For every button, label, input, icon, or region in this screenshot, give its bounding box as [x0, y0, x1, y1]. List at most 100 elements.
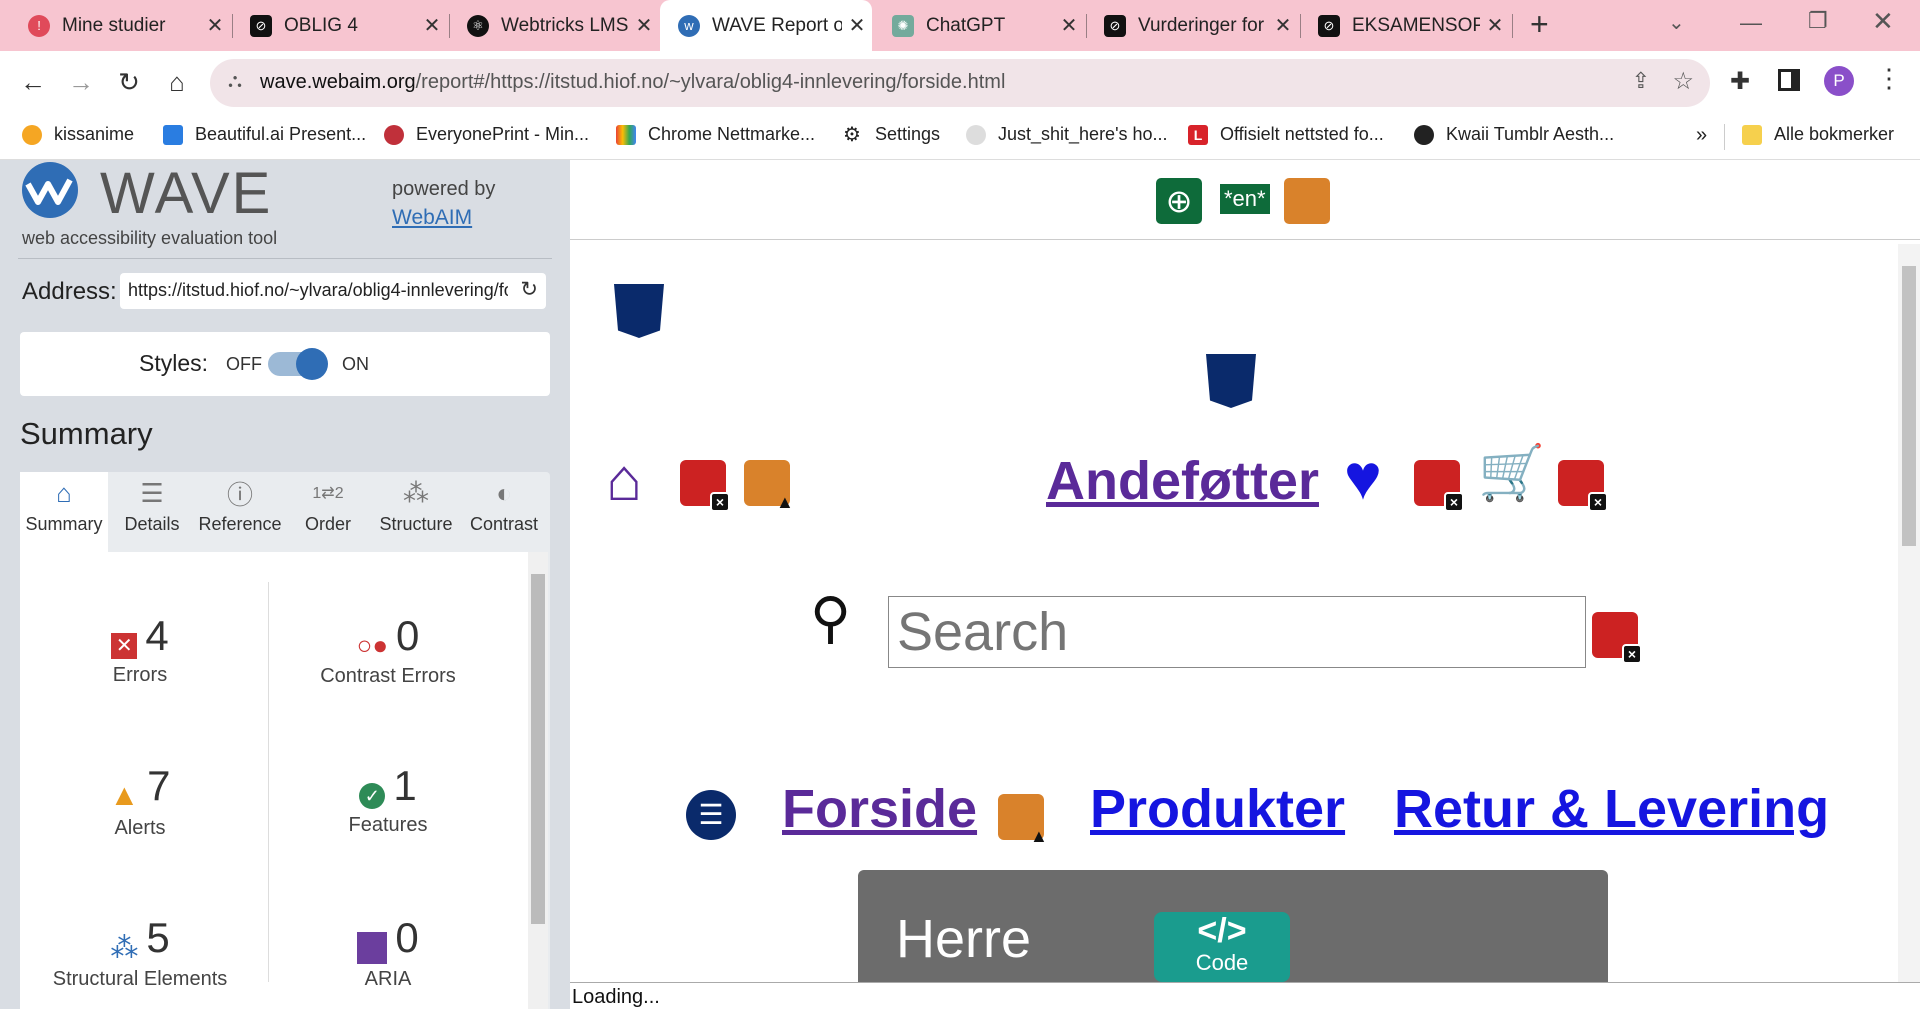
styles-toggle[interactable] — [268, 348, 328, 380]
tab-mine-studier[interactable]: ! Mine studier ✕ — [10, 0, 230, 51]
list-icon[interactable]: ☰ — [686, 790, 736, 840]
nav-retur-levering[interactable]: Retur & Levering — [1394, 778, 1829, 840]
profile-avatar[interactable]: P — [1824, 66, 1854, 96]
tab-title: WAVE Report of — [712, 14, 842, 36]
l-icon: L — [1188, 124, 1208, 145]
styles-on-label: ON — [342, 354, 369, 374]
search-icon[interactable]: ⚲ — [810, 588, 851, 648]
tab-summary[interactable]: ⌂ Summary — [20, 472, 108, 552]
globe-icon[interactable]: ⊕ — [1156, 178, 1202, 224]
site-info-icon[interactable]: ⛬ — [228, 70, 242, 93]
tab-oblig4[interactable]: ⊘ OBLIG 4 ✕ — [232, 0, 447, 51]
forward-icon[interactable]: → — [64, 65, 98, 99]
error-x-icon: × — [710, 492, 730, 512]
heart-icon[interactable]: ♥ — [1344, 442, 1382, 512]
structural-stat[interactable]: ⁂ 5 Structural Elements — [20, 914, 260, 991]
content-scrollbar[interactable] — [1898, 244, 1920, 984]
code-label: Code — [1195, 950, 1249, 975]
errors-stat[interactable]: ✕ 4 Errors — [20, 612, 260, 687]
search-input[interactable] — [888, 596, 1586, 668]
tab-structure[interactable]: ⁂ Structure — [372, 472, 460, 552]
bookmark-settings[interactable]: ⚙ Settings — [843, 124, 940, 145]
bookmark-kissanime[interactable]: kissanime — [22, 124, 134, 145]
bookmark-kwaii[interactable]: Kwaii Tumblr Aesth... — [1414, 124, 1614, 145]
tab-title: Vurderinger for — [1138, 14, 1265, 36]
restore-icon[interactable]: ❐ — [1808, 8, 1828, 34]
tab-order[interactable]: 1⇄2 Order — [284, 472, 372, 552]
share-icon[interactable]: ⇪ — [1632, 68, 1650, 94]
nav-forside[interactable]: Forside — [782, 778, 977, 840]
error-x-icon: × — [1444, 492, 1464, 512]
react-icon: ⚛ — [467, 14, 489, 37]
new-tab-button[interactable]: + — [1530, 6, 1549, 43]
close-tab-icon[interactable]: ✕ — [1268, 13, 1298, 38]
summary-heading: Summary — [20, 416, 153, 451]
order-icon: 1⇄2 — [312, 485, 344, 502]
address-label: Address: — [22, 278, 117, 305]
html5-icon[interactable] — [614, 284, 664, 338]
alerts-stat[interactable]: ▲ 7 Alerts — [20, 762, 260, 840]
sidepanel-icon[interactable] — [1778, 69, 1800, 91]
canvas-icon: ⊘ — [250, 14, 272, 37]
error-icon: ✕ — [111, 632, 138, 659]
tab-reference[interactable]: ⓘ Reference — [196, 472, 284, 552]
cart-icon[interactable]: 🛒 — [1478, 442, 1545, 505]
tab-chatgpt[interactable]: ✺ ChatGPT ✕ — [874, 0, 1084, 51]
close-tab-icon[interactable]: ✕ — [629, 13, 659, 38]
tab-search-icon[interactable]: ⌄ — [1668, 10, 1685, 35]
css-icon[interactable] — [1206, 354, 1256, 408]
address-input[interactable]: https://itstud.hiof.no/~ylvara/oblig4-in… — [120, 273, 546, 309]
list-icon: ☰ — [140, 477, 164, 508]
code-button[interactable]: </> Code — [1154, 912, 1290, 982]
info-icon: ⓘ — [226, 479, 253, 510]
wave-icon: w — [678, 14, 700, 37]
chrome-store-icon — [616, 124, 636, 145]
error-x-icon: × — [1622, 644, 1642, 664]
bookmark-offisielt[interactable]: L Offisielt nettsted fo... — [1188, 124, 1384, 145]
back-icon[interactable]: ← — [16, 65, 50, 99]
reload-icon[interactable]: ↻ — [112, 65, 146, 99]
close-window-icon[interactable]: ✕ — [1872, 6, 1894, 37]
tab-webtricks[interactable]: ⚛ Webtricks LMS ✕ — [449, 0, 659, 51]
bookmark-beautiful-ai[interactable]: Beautiful.ai Present... — [163, 124, 366, 145]
site-title-link[interactable]: Andeføtter — [1046, 450, 1319, 512]
close-tab-icon[interactable]: ✕ — [417, 13, 447, 38]
webaim-link[interactable]: WebAIM — [392, 206, 472, 230]
features-stat[interactable]: ✓ 1 Features — [268, 762, 508, 837]
powered-by-text: powered by — [392, 178, 496, 200]
refresh-address-icon[interactable]: ↻ — [520, 277, 538, 302]
status-bar: Loading... — [570, 982, 1920, 1009]
alert-triangle-icon: ▲ — [776, 492, 794, 512]
aria-stat[interactable]: 0 ARIA — [268, 914, 508, 991]
close-tab-icon[interactable]: ✕ — [842, 13, 872, 38]
bookmark-everyoneprint[interactable]: EveryonePrint - Min... — [384, 124, 589, 145]
bookmark-star-icon[interactable]: ☆ — [1672, 67, 1694, 96]
tab-wave-report[interactable]: w WAVE Report of ✕ — [660, 0, 872, 51]
omnibox[interactable]: ⛬ wave.webaim.org/report#/https://itstud… — [210, 59, 1710, 107]
tab-details[interactable]: ☰ Details — [108, 472, 196, 552]
home-icon[interactable]: ⌂ — [160, 65, 194, 99]
nav-produkter[interactable]: Produkter — [1090, 778, 1345, 840]
language-badge[interactable]: *en* — [1220, 184, 1270, 214]
tab-contrast[interactable]: ◐ Contrast — [460, 472, 548, 552]
minimize-icon[interactable]: — — [1740, 10, 1762, 36]
bookmark-reddit[interactable]: Just_shit_here's ho... — [966, 124, 1168, 145]
redundant-alert-icon[interactable] — [1284, 178, 1330, 224]
sidebar-scrollbar[interactable] — [528, 552, 548, 1009]
extensions-icon[interactable]: ✚ — [1730, 67, 1750, 96]
all-bookmarks-folder[interactable]: Alle bokmerker — [1742, 124, 1894, 145]
menu-icon[interactable]: ⋮ — [1876, 63, 1902, 94]
tab-eksamen[interactable]: ⊘ EKSAMENSOPPG ✕ — [1300, 0, 1510, 51]
contrast-errors-stat[interactable]: ○● 0 Contrast Errors — [268, 612, 508, 688]
tab-vurderinger[interactable]: ⊘ Vurderinger for ✕ — [1086, 0, 1298, 51]
close-tab-icon[interactable]: ✕ — [200, 13, 230, 38]
close-tab-icon[interactable]: ✕ — [1054, 13, 1084, 38]
bookmark-chrome-store[interactable]: Chrome Nettmarke... — [616, 124, 815, 145]
styles-off-label: OFF — [226, 354, 262, 374]
beautiful-ai-icon — [163, 124, 183, 145]
address-input-value: https://itstud.hiof.no/~ylvara/oblig4-in… — [128, 280, 508, 300]
close-tab-icon[interactable]: ✕ — [1480, 13, 1510, 38]
more-bookmarks-button[interactable]: » — [1696, 124, 1707, 147]
wave-logo-text: WAVE — [100, 161, 273, 226]
home-icon[interactable]: ⌂ — [606, 450, 642, 510]
